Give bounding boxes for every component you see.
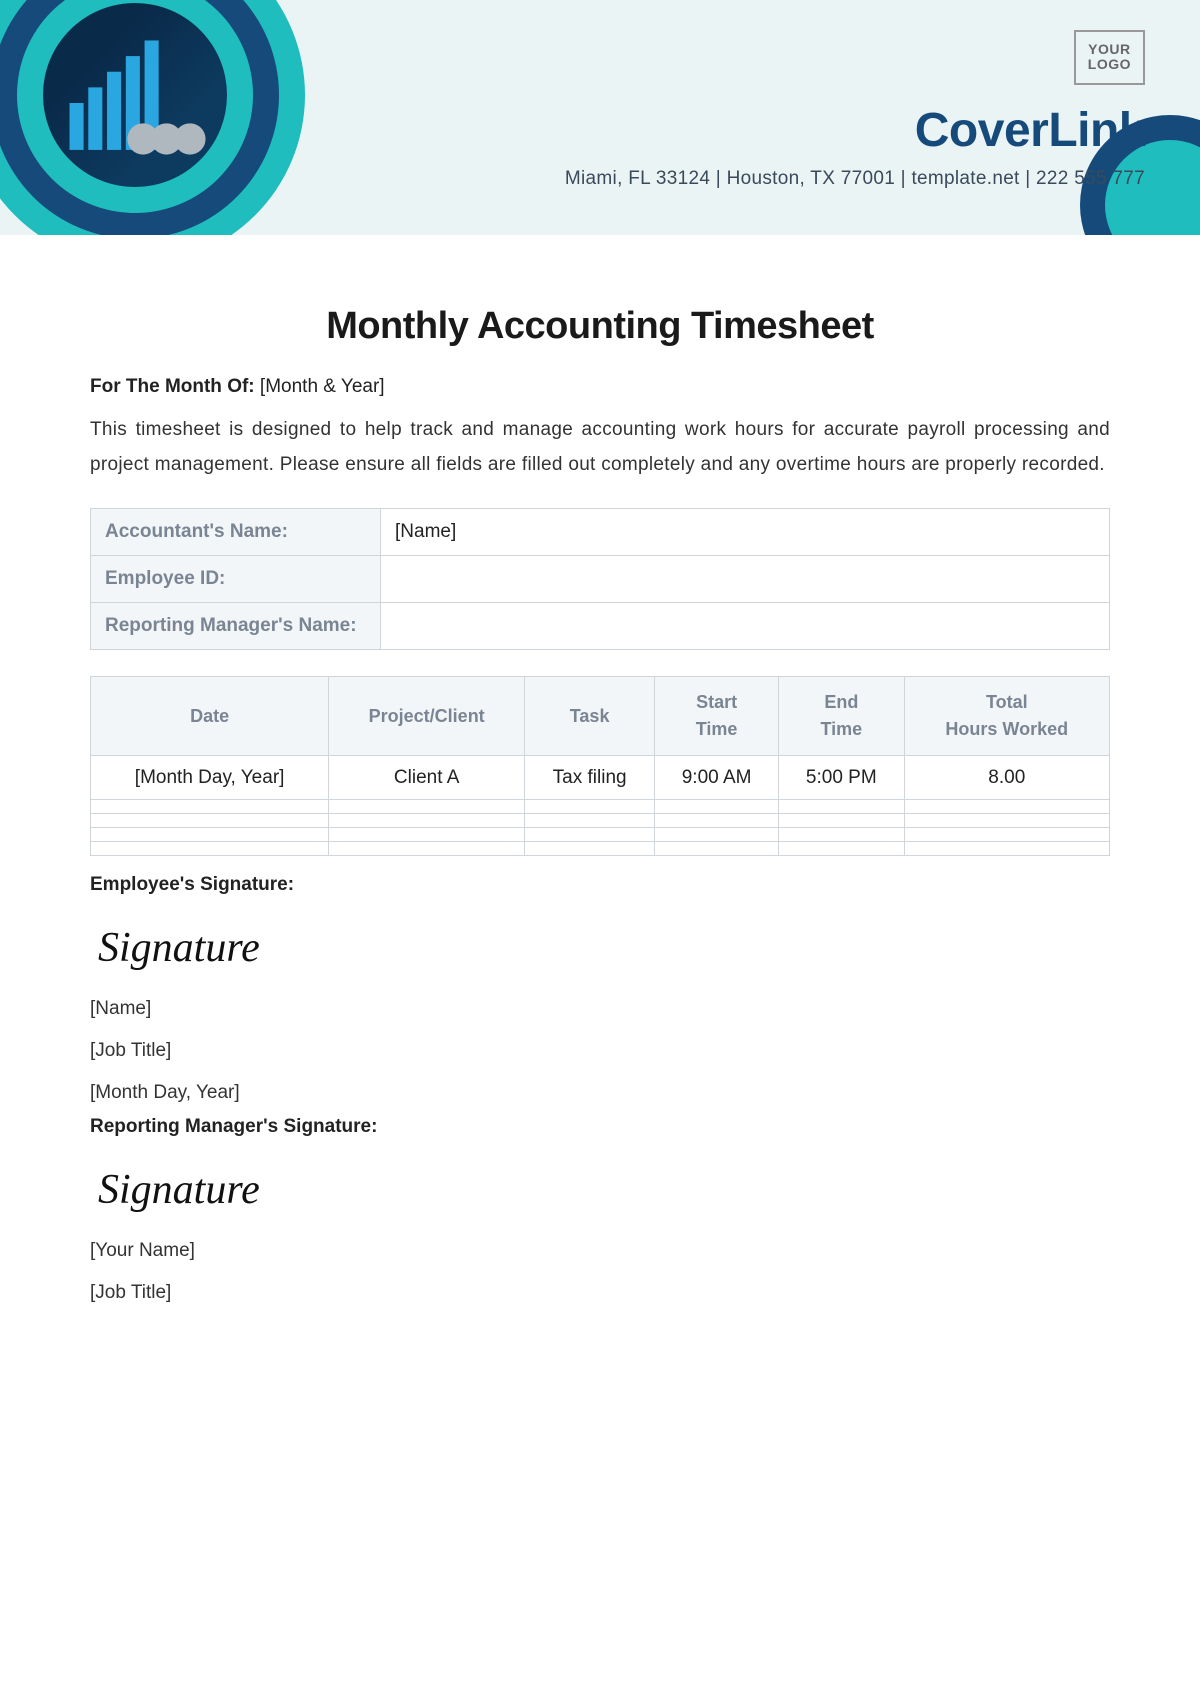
timesheet-table: Date Project/Client Task StartTime EndTi… xyxy=(90,676,1110,856)
month-line: For The Month Of: [Month & Year] xyxy=(90,376,1110,398)
col-project: Project/Client xyxy=(329,677,525,756)
employee-sig-date: [Month Day, Year] xyxy=(90,1082,1110,1104)
manager-signature: Signature xyxy=(98,1166,1110,1214)
table-row xyxy=(91,814,1110,828)
info-table: Accountant's Name: [Name] Employee ID: R… xyxy=(90,508,1110,650)
month-label: For The Month Of: xyxy=(90,376,255,397)
col-total: TotalHours Worked xyxy=(904,677,1109,756)
table-header-row: Date Project/Client Task StartTime EndTi… xyxy=(91,677,1110,756)
manager-name: [Your Name] xyxy=(90,1240,1110,1262)
col-start: StartTime xyxy=(655,677,779,756)
col-task: Task xyxy=(525,677,655,756)
cell-end[interactable]: 5:00 PM xyxy=(779,756,904,800)
cell-task[interactable]: Tax filing xyxy=(525,756,655,800)
table-row: Accountant's Name: [Name] xyxy=(91,509,1110,556)
logo-line1: YOUR xyxy=(1088,41,1130,57)
manager-sig-label: Reporting Manager's Signature: xyxy=(90,1116,1110,1138)
col-end: EndTime xyxy=(779,677,904,756)
employee-job-title: [Job Title] xyxy=(90,1040,1110,1062)
cell-project[interactable]: Client A xyxy=(329,756,525,800)
cell-date[interactable]: [Month Day, Year] xyxy=(91,756,329,800)
table-row: [Month Day, Year] Client A Tax filing 9:… xyxy=(91,756,1110,800)
info-label: Employee ID: xyxy=(91,556,381,603)
table-row xyxy=(91,828,1110,842)
logo-line2: LOGO xyxy=(1088,56,1131,72)
manager-job-title: [Job Title] xyxy=(90,1282,1110,1304)
table-row xyxy=(91,800,1110,814)
table-row: Reporting Manager's Name: xyxy=(91,603,1110,650)
info-value[interactable] xyxy=(381,556,1110,603)
document-body: Monthly Accounting Timesheet For The Mon… xyxy=(0,235,1200,1344)
month-value: [Month & Year] xyxy=(260,376,385,397)
description: This timesheet is designed to help track… xyxy=(90,412,1110,482)
col-date: Date xyxy=(91,677,329,756)
info-value[interactable]: [Name] xyxy=(381,509,1110,556)
table-row xyxy=(91,842,1110,856)
finance-chart-image xyxy=(43,3,227,187)
info-label: Reporting Manager's Name: xyxy=(91,603,381,650)
manager-signature-section: Reporting Manager's Signature: Signature… xyxy=(90,1116,1110,1304)
cell-start[interactable]: 9:00 AM xyxy=(655,756,779,800)
header-company-block: YOUR LOGO CoverLink Miami, FL 33124 | Ho… xyxy=(565,30,1145,190)
info-label: Accountant's Name: xyxy=(91,509,381,556)
logo-placeholder: YOUR LOGO xyxy=(1074,30,1145,85)
cell-total[interactable]: 8.00 xyxy=(904,756,1109,800)
employee-signature-section: Employee's Signature: Signature [Name] [… xyxy=(90,874,1110,1104)
company-name: CoverLink xyxy=(565,103,1145,158)
page-title: Monthly Accounting Timesheet xyxy=(90,305,1110,348)
header-circle-graphic xyxy=(0,0,305,235)
employee-signature: Signature xyxy=(98,924,1110,972)
info-value[interactable] xyxy=(381,603,1110,650)
employee-sig-label: Employee's Signature: xyxy=(90,874,1110,896)
document-header: YOUR LOGO CoverLink Miami, FL 33124 | Ho… xyxy=(0,0,1200,235)
table-row: Employee ID: xyxy=(91,556,1110,603)
employee-name: [Name] xyxy=(90,998,1110,1020)
company-info: Miami, FL 33124 | Houston, TX 77001 | te… xyxy=(565,168,1145,190)
